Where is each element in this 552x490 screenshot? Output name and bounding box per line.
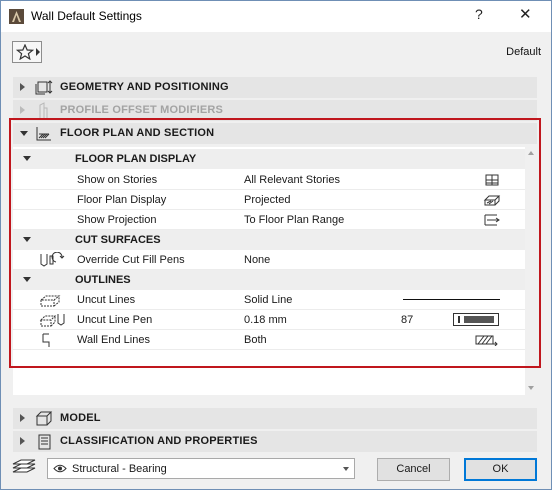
chevron-down-icon: [343, 467, 349, 471]
stories-icon: [485, 174, 499, 186]
pen-color-fill: [464, 316, 494, 323]
geometry-icon: [35, 80, 53, 95]
scroll-down-arrow-icon[interactable]: [528, 386, 534, 390]
favorites-button[interactable]: [12, 41, 42, 63]
param-value[interactable]: All Relevant Stories: [244, 174, 340, 186]
panel-title: CLASSIFICATION AND PROPERTIES: [60, 435, 258, 447]
panel-model[interactable]: MODEL: [13, 408, 537, 429]
group-title: FLOOR PLAN DISPLAY: [75, 153, 197, 165]
group-cut-surfaces[interactable]: CUT SURFACES: [13, 230, 525, 250]
param-value[interactable]: Both: [244, 334, 267, 346]
param-label: Wall End Lines: [77, 334, 150, 346]
panel-profile-offset-modifiers[interactable]: PROFILE OFFSET MODIFIERS: [13, 100, 537, 121]
close-button[interactable]: ✕: [519, 5, 532, 23]
row-uncut-line-pen[interactable]: Uncut Line Pen 0.18 mm 87: [13, 310, 525, 330]
param-value[interactable]: None: [244, 254, 270, 266]
param-label: Floor Plan Display: [77, 194, 167, 206]
group-title: OUTLINES: [75, 274, 131, 286]
collapse-arrow-icon: [20, 131, 28, 136]
archicad-app-icon: [9, 9, 24, 24]
expand-arrow-icon: [20, 83, 25, 91]
wall-end-lines-icon: [42, 333, 50, 347]
profile-icon: [39, 102, 48, 118]
panel-title: FLOOR PLAN AND SECTION: [60, 127, 215, 139]
panel-geometry-and-positioning[interactable]: GEOMETRY AND POSITIONING: [13, 77, 537, 98]
pen-color-swatch[interactable]: [453, 313, 499, 326]
row-override-cut-fill-pens[interactable]: Override Cut Fill Pens None: [13, 250, 525, 270]
panel-classification-and-properties[interactable]: CLASSIFICATION AND PROPERTIES: [13, 431, 537, 452]
row-floor-plan-display[interactable]: Floor Plan Display Projected: [13, 190, 525, 210]
param-value[interactable]: To Floor Plan Range: [244, 214, 344, 226]
layer-select[interactable]: Structural - Bearing: [47, 458, 355, 479]
projected-icon: [483, 195, 501, 206]
title-bar: Wall Default Settings ? ✕: [1, 1, 551, 32]
expand-arrow-icon: [20, 437, 25, 445]
param-value[interactable]: Solid Line: [244, 294, 292, 306]
default-label: Default: [506, 46, 541, 58]
uncut-lines-icon: [39, 295, 61, 307]
floor-plan-icon: [36, 127, 51, 141]
line-type-preview: [403, 299, 500, 300]
row-show-on-stories[interactable]: Show on Stories All Relevant Stories: [13, 170, 525, 190]
param-label: Override Cut Fill Pens: [77, 254, 185, 266]
group-title: CUT SURFACES: [75, 234, 161, 246]
star-icon: [16, 44, 34, 60]
dialog-window: Wall Default Settings ? ✕ Default GEOMET…: [0, 0, 552, 490]
cancel-button[interactable]: Cancel: [377, 458, 450, 481]
uncut-line-pen-icon: [39, 314, 65, 327]
param-label: Show on Stories: [77, 174, 158, 186]
expand-arrow-icon: [20, 414, 25, 422]
row-uncut-lines[interactable]: Uncut Lines Solid Line: [13, 290, 525, 310]
collapse-arrow-icon: [23, 237, 31, 242]
help-button[interactable]: ?: [475, 6, 483, 22]
layers-icon: [12, 459, 36, 473]
param-value[interactable]: Projected: [244, 194, 290, 206]
group-floor-plan-display[interactable]: FLOOR PLAN DISPLAY: [13, 149, 525, 169]
panel-title: MODEL: [60, 412, 101, 424]
pen-weight-bar: [458, 316, 460, 323]
favorites-dropdown-caret-icon: [36, 48, 40, 56]
collapse-arrow-icon: [23, 277, 31, 282]
ok-button[interactable]: OK: [464, 458, 537, 481]
group-outlines[interactable]: OUTLINES: [13, 270, 525, 290]
panel-floor-plan-and-section[interactable]: FLOOR PLAN AND SECTION: [13, 123, 537, 144]
model-icon: [35, 411, 53, 426]
panel-title: PROFILE OFFSET MODIFIERS: [60, 104, 224, 116]
classification-icon: [38, 434, 51, 450]
param-label: Uncut Line Pen: [77, 314, 153, 326]
collapse-arrow-icon: [23, 156, 31, 161]
row-show-projection[interactable]: Show Projection To Floor Plan Range: [13, 210, 525, 230]
scroll-up-arrow-icon[interactable]: [528, 151, 534, 155]
vertical-scrollbar[interactable]: [525, 147, 537, 395]
end-lines-preview-icon: [475, 335, 498, 346]
param-label: Uncut Lines: [77, 294, 136, 306]
expand-arrow-icon: [20, 106, 25, 114]
panel-title: GEOMETRY AND POSITIONING: [60, 81, 229, 93]
pen-number: 87: [401, 314, 414, 326]
projection-range-icon: [484, 214, 500, 226]
param-value[interactable]: 0.18 mm: [244, 314, 287, 326]
row-wall-end-lines[interactable]: Wall End Lines Both: [13, 330, 525, 350]
cut-fill-pens-icon: [40, 252, 65, 267]
layer-select-value: Structural - Bearing: [72, 463, 167, 475]
param-label: Show Projection: [77, 214, 157, 226]
window-title: Wall Default Settings: [31, 9, 142, 23]
eye-icon: [53, 464, 67, 473]
